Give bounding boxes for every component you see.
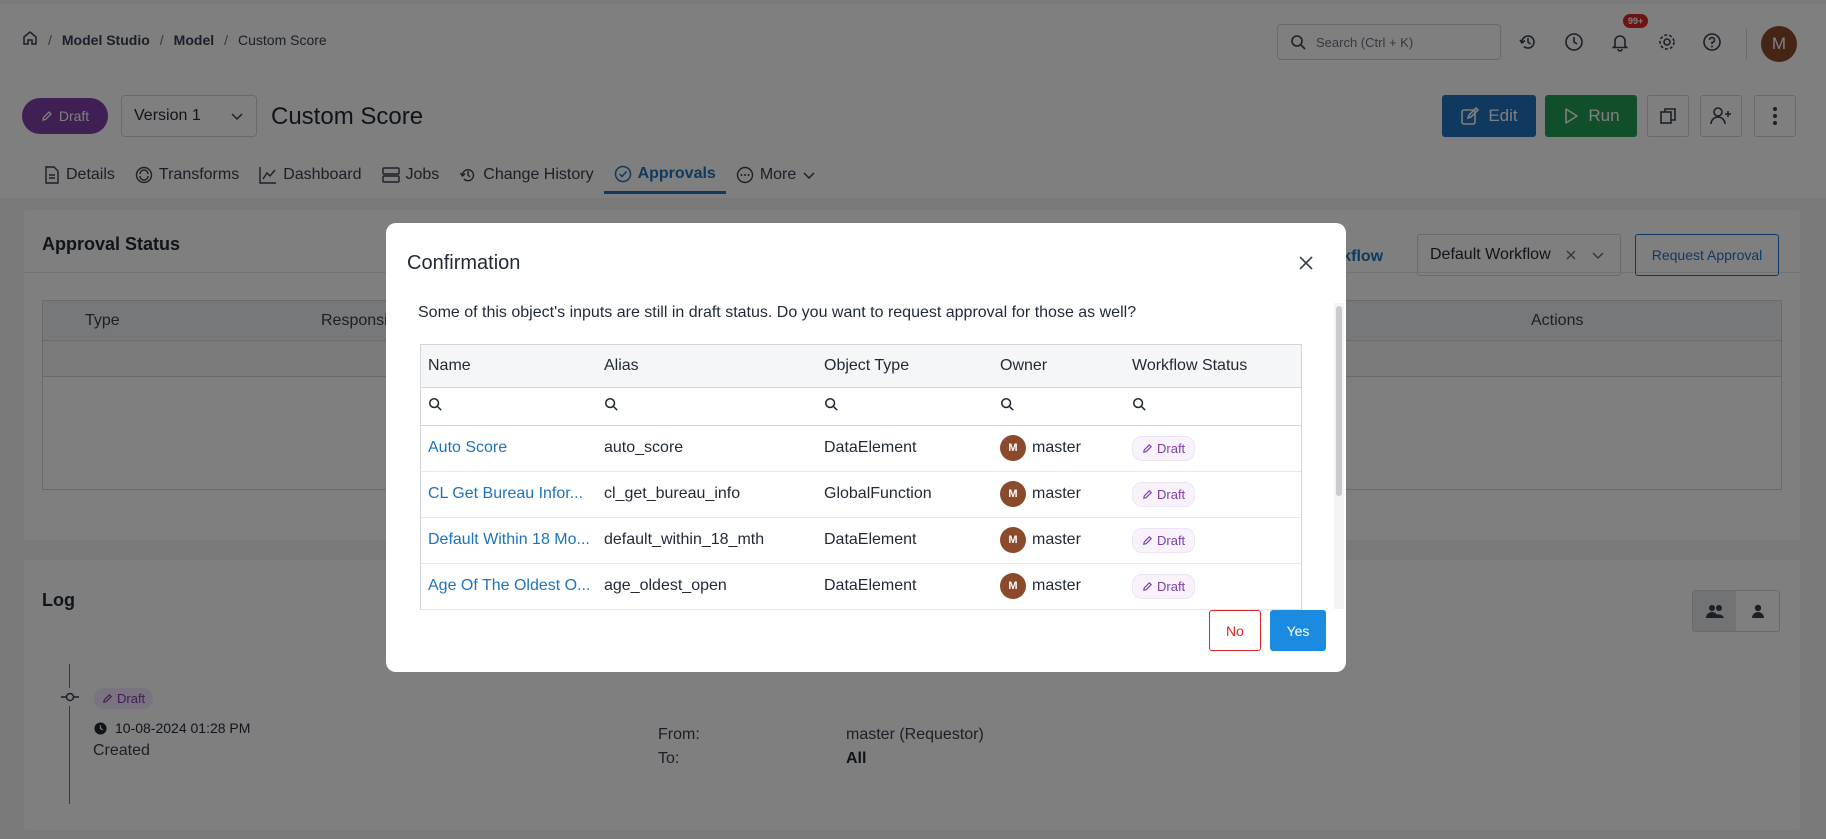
row-owner: Mmaster [1000,527,1125,553]
table-row: CL Get Bureau Infor... cl_get_bureau_inf… [421,471,1301,518]
row-alias: default_within_18_mth [597,517,817,564]
search-icon [604,397,618,411]
dialog-scrollbar[interactable] [1334,303,1344,609]
row-object-type: DataElement [817,517,993,564]
draft-inputs-table: Name Alias Object Type Owner Workflow St… [420,344,1302,610]
workflow-status-label: Draft [1157,578,1186,594]
owner-name: master [1032,439,1081,456]
owner-avatar: M [1000,573,1026,599]
row-alias: age_oldest_open [597,563,817,610]
owner-name: master [1032,531,1081,548]
search-icon [1132,397,1146,411]
column-header-object-type[interactable]: Object Type [817,345,993,388]
workflow-status-label: Draft [1157,440,1186,456]
row-name-link[interactable]: CL Get Bureau Infor... [428,485,583,502]
row-object-type: GlobalFunction [817,471,993,518]
search-icon [824,397,838,411]
column-header-name[interactable]: Name [421,345,597,388]
name-filter-input[interactable] [421,387,597,426]
column-header-workflow-status[interactable]: Workflow Status [1125,345,1301,388]
object-type-filter-input[interactable] [817,387,993,426]
row-name-link[interactable]: Age Of The Oldest O... [428,577,590,594]
owner-name: master [1032,577,1081,594]
row-name-link[interactable]: Default Within 18 Mo... [428,531,590,548]
row-owner: Mmaster [1000,435,1125,461]
close-icon[interactable] [1296,253,1316,273]
row-object-type: DataElement [817,563,993,610]
workflow-status-label: Draft [1157,532,1186,548]
pencil-icon [1143,489,1153,499]
owner-avatar: M [1000,527,1026,553]
workflow-status-label: Draft [1157,486,1186,502]
column-header-alias[interactable]: Alias [597,345,817,388]
table-row: Default Within 18 Mo... default_within_1… [421,517,1301,564]
owner-avatar: M [1000,435,1026,461]
search-icon [1000,397,1014,411]
workflow-status-badge: Draft [1132,481,1196,507]
pencil-icon [1143,535,1153,545]
pencil-icon [1143,581,1153,591]
owner-name: master [1032,485,1081,502]
dialog-title: Confirmation [407,252,521,274]
workflow-status-badge: Draft [1132,435,1196,461]
column-header-owner[interactable]: Owner [993,345,1125,388]
search-icon [428,397,442,411]
row-alias: cl_get_bureau_info [597,471,817,518]
pencil-icon [1143,443,1153,453]
confirmation-dialog: Confirmation Some of this object's input… [386,223,1346,672]
row-owner: Mmaster [1000,573,1125,599]
row-alias: auto_score [597,425,817,472]
workflow-status-badge: Draft [1132,573,1196,599]
owner-avatar: M [1000,481,1026,507]
row-owner: Mmaster [1000,481,1125,507]
workflow-status-badge: Draft [1132,527,1196,553]
no-button[interactable]: No [1209,610,1261,651]
scrollbar-thumb[interactable] [1336,306,1342,496]
table-row: Auto Score auto_score DataElement Mmaste… [421,425,1301,472]
table-row: Age Of The Oldest O... age_oldest_open D… [421,563,1301,610]
owner-filter-input[interactable] [993,387,1125,426]
dialog-message: Some of this object's inputs are still i… [418,304,1137,321]
workflow-status-filter-input[interactable] [1125,387,1301,426]
filter-row [421,387,1301,426]
row-object-type: DataElement [817,425,993,472]
row-name-link[interactable]: Auto Score [428,439,507,456]
yes-button[interactable]: Yes [1270,610,1326,651]
table-header-row: Name Alias Object Type Owner Workflow St… [421,345,1301,388]
alias-filter-input[interactable] [597,387,817,426]
